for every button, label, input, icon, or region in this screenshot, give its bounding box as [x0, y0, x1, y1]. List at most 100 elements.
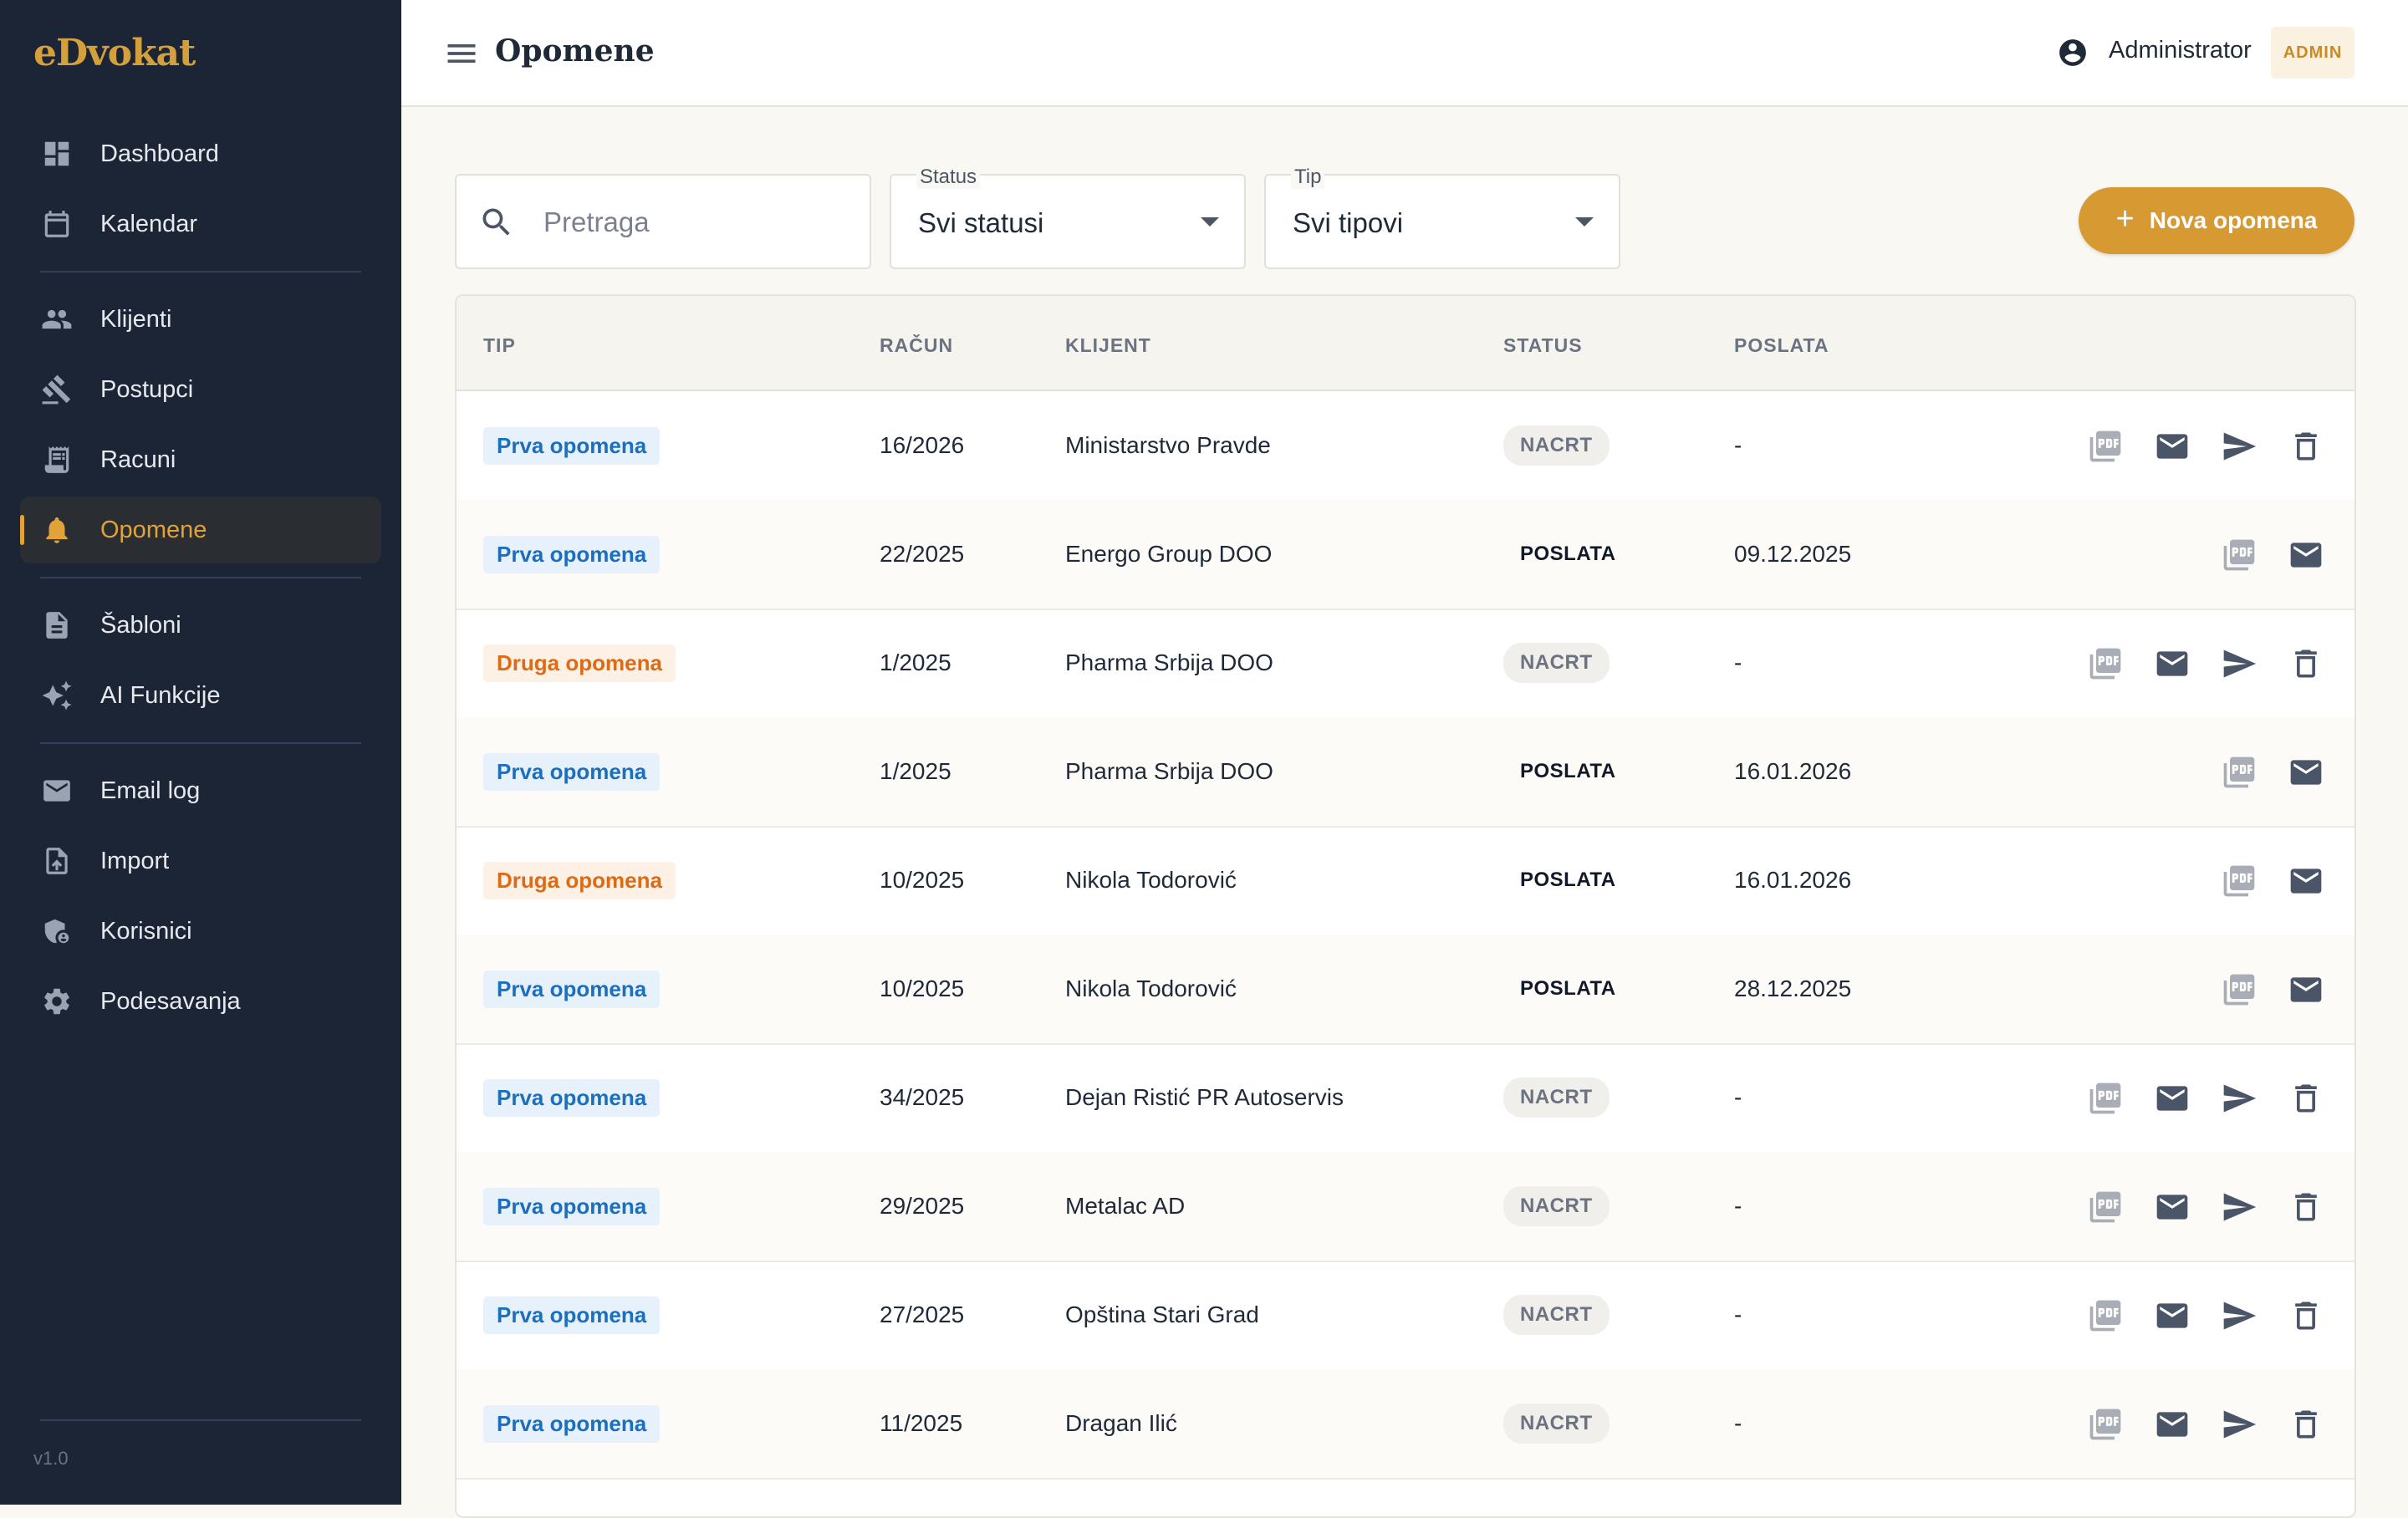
- status-badge: POSLATA: [1520, 869, 1616, 891]
- status-cell: NACRT: [1503, 609, 1610, 717]
- status-select-value: Svi statusi: [918, 207, 1044, 238]
- column-header-status[interactable]: STATUS: [1503, 334, 1583, 357]
- send-icon[interactable]: [2221, 1297, 2258, 1334]
- trash-icon[interactable]: [2288, 645, 2324, 682]
- client-cell: Pharma Srbija DOO: [1065, 758, 1273, 784]
- sidebar-item-klijenti[interactable]: Klijenti: [20, 286, 381, 353]
- type-cell: Prva opomena: [483, 391, 661, 500]
- table-row[interactable]: Prva opomena 22/2025 Energo Group DOO PO…: [457, 500, 2354, 610]
- table-row[interactable]: Prva opomena 27/2025 Opština Stari Grad …: [457, 1261, 2354, 1371]
- user-name[interactable]: Administrator: [2109, 37, 2252, 64]
- pdf-icon[interactable]: [2221, 537, 2258, 573]
- status-cell: POSLATA: [1503, 826, 1633, 935]
- sidebar-item-label: Opomene: [100, 516, 207, 543]
- sidebar-item-opomene[interactable]: Opomene: [20, 497, 381, 563]
- sidebar-item-podesavanja[interactable]: Podesavanja: [20, 968, 381, 1035]
- mail-icon[interactable]: [2154, 645, 2191, 682]
- pdf-icon[interactable]: [2087, 1080, 2124, 1117]
- send-icon[interactable]: [2221, 1406, 2258, 1443]
- type-cell: Prva opomena: [483, 935, 661, 1043]
- mail-icon[interactable]: [2288, 754, 2324, 791]
- menu-icon[interactable]: [443, 35, 480, 72]
- pdf-icon[interactable]: [2087, 645, 2124, 682]
- type-cell: Prva opomena: [483, 1261, 661, 1369]
- table-row[interactable]: Prva opomena 11/2025 Dragan Ilić NACRT -: [457, 1369, 2354, 1480]
- sidebar-item-racuni[interactable]: Racuni: [20, 426, 381, 493]
- mail-icon[interactable]: [2154, 1080, 2191, 1117]
- status-cell: NACRT: [1503, 1043, 1610, 1152]
- bell-icon: [40, 513, 74, 547]
- mail-icon[interactable]: [2288, 971, 2324, 1008]
- pdf-icon[interactable]: [2221, 863, 2258, 899]
- sidebar-item-label: Klijenti: [100, 305, 172, 333]
- status-badge: POSLATA: [1520, 543, 1616, 565]
- sidebar-item-kalendar[interactable]: Kalendar: [20, 191, 381, 257]
- column-header-tip[interactable]: TIP: [483, 334, 516, 357]
- column-header-poslata[interactable]: POSLATA: [1734, 334, 1829, 357]
- sidebar-item-import[interactable]: Import: [20, 828, 381, 894]
- type-select[interactable]: Tip Svi tipovi: [1264, 166, 1620, 269]
- trash-icon[interactable]: [2288, 428, 2324, 465]
- mail-icon[interactable]: [2154, 1406, 2191, 1443]
- type-select-value: Svi tipovi: [1293, 207, 1404, 238]
- send-icon[interactable]: [2221, 428, 2258, 465]
- send-icon[interactable]: [2221, 645, 2258, 682]
- invoice-cell: 29/2025: [880, 1193, 965, 1219]
- status-badge: NACRT: [1503, 1295, 1610, 1335]
- pdf-icon[interactable]: [2087, 428, 2124, 465]
- sidebar-item-ai-funkcije[interactable]: AI Funkcije: [20, 662, 381, 729]
- search-input[interactable]: [542, 201, 855, 244]
- document-icon: [40, 609, 74, 642]
- trash-icon[interactable]: [2288, 1297, 2324, 1334]
- trash-icon[interactable]: [2288, 1406, 2324, 1443]
- table-row[interactable]: Prva opomena 1/2025 Pharma Srbija DOO PO…: [457, 717, 2354, 828]
- table-row[interactable]: Prva opomena 16/2026 Ministarstvo Pravde…: [457, 391, 2354, 502]
- trash-icon[interactable]: [2288, 1189, 2324, 1225]
- sidebar-item-dashboard[interactable]: Dashboard: [20, 120, 381, 187]
- search-field[interactable]: [455, 174, 871, 269]
- mail-icon[interactable]: [2154, 1189, 2191, 1225]
- mail-icon[interactable]: [2154, 1297, 2191, 1334]
- client-cell: Nikola Todorović: [1065, 975, 1237, 1001]
- table-row[interactable]: Prva opomena 10/2025 Nikola Todorović PO…: [457, 935, 2354, 1045]
- sent-date-cell: -: [1734, 432, 1742, 458]
- pdf-icon[interactable]: [2221, 971, 2258, 1008]
- column-header-racun[interactable]: RAČUN: [880, 334, 953, 357]
- mail-icon[interactable]: [2288, 537, 2324, 573]
- sidebar-item-postupci[interactable]: Postupci: [20, 356, 381, 423]
- client-cell: Dejan Ristić PR Autoservis: [1065, 1084, 1344, 1110]
- send-icon[interactable]: [2221, 1189, 2258, 1225]
- table-row[interactable]: Prva opomena 29/2025 Metalac AD NACRT -: [457, 1152, 2354, 1262]
- top-bar: Opomene Administrator ADMIN: [401, 0, 2408, 107]
- sidebar-item-email-log[interactable]: Email log: [20, 757, 381, 824]
- people-icon: [40, 303, 74, 336]
- account-circle-icon[interactable]: [2057, 37, 2089, 69]
- status-cell: NACRT: [1503, 1369, 1610, 1478]
- sidebar-item-label: Email log: [100, 777, 201, 804]
- sent-date-cell: 16.01.2026: [1734, 867, 1852, 893]
- type-badge: Prva opomena: [483, 1187, 661, 1225]
- sent-date-cell: -: [1734, 1410, 1742, 1436]
- app-logo[interactable]: eDvokat: [33, 32, 196, 74]
- sent-date-cell: -: [1734, 1193, 1742, 1219]
- type-select-label: Tip: [1291, 166, 1325, 189]
- table-row[interactable]: Druga opomena 1/2025 Pharma Srbija DOO N…: [457, 609, 2354, 719]
- sidebar-item-korisnici[interactable]: Korisnici: [20, 898, 381, 965]
- sidebar-item-label: Šabloni: [100, 611, 181, 639]
- pdf-icon[interactable]: [2087, 1297, 2124, 1334]
- status-select[interactable]: Status Svi statusi: [890, 166, 1246, 269]
- mail-icon[interactable]: [2288, 863, 2324, 899]
- pdf-icon[interactable]: [2087, 1406, 2124, 1443]
- pdf-icon[interactable]: [2087, 1189, 2124, 1225]
- column-header-klijent[interactable]: KLIJENT: [1065, 334, 1151, 357]
- mail-icon[interactable]: [2154, 428, 2191, 465]
- pdf-icon[interactable]: [2221, 754, 2258, 791]
- trash-icon[interactable]: [2288, 1080, 2324, 1117]
- new-reminder-button[interactable]: + Nova opomena: [2079, 187, 2354, 254]
- sent-date-cell: -: [1734, 649, 1742, 675]
- table-row[interactable]: Prva opomena 34/2025 Dejan Ristić PR Aut…: [457, 1043, 2354, 1154]
- table-row[interactable]: Druga opomena 10/2025 Nikola Todorović P…: [457, 826, 2354, 936]
- sidebar-item-sabloni[interactable]: Šabloni: [20, 592, 381, 659]
- type-cell: Druga opomena: [483, 609, 676, 717]
- send-icon[interactable]: [2221, 1080, 2258, 1117]
